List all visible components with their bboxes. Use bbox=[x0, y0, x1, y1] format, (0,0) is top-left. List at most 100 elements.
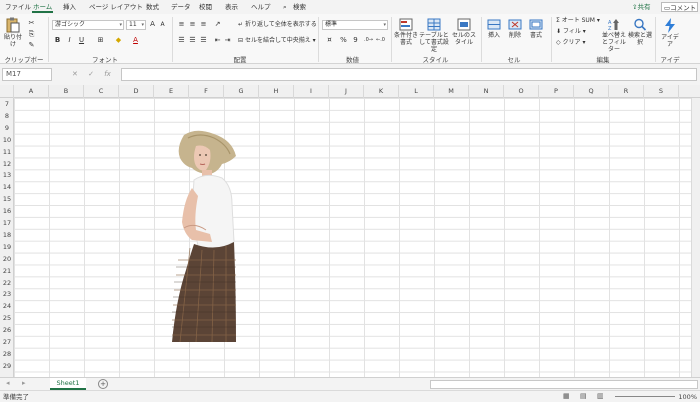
delete-cells-button[interactable]: 削除 bbox=[505, 18, 525, 39]
column-header[interactable]: B bbox=[49, 85, 84, 98]
orientation-icon[interactable]: ↗ bbox=[213, 20, 222, 29]
row-header[interactable]: 27 bbox=[0, 336, 14, 348]
horizontal-scrollbar[interactable] bbox=[430, 380, 698, 389]
align-right-icon[interactable]: ☰ bbox=[199, 36, 208, 45]
row-header[interactable]: 8 bbox=[0, 110, 14, 122]
font-color-icon[interactable]: A bbox=[131, 36, 140, 45]
row-header[interactable]: 7 bbox=[0, 98, 14, 110]
row-header[interactable]: 17 bbox=[0, 217, 14, 229]
normal-view-icon[interactable]: ▦ bbox=[563, 392, 570, 400]
column-header[interactable]: K bbox=[364, 85, 399, 98]
enter-icon[interactable]: ✓ bbox=[88, 70, 94, 78]
comma-button[interactable]: 9 bbox=[351, 36, 360, 45]
tab-home[interactable]: ホーム bbox=[32, 2, 54, 13]
select-all-corner[interactable] bbox=[0, 85, 14, 98]
page-break-view-icon[interactable]: ▥ bbox=[597, 392, 604, 400]
find-select-button[interactable]: 検索と選択 bbox=[628, 18, 652, 46]
woman-photo[interactable] bbox=[170, 130, 238, 342]
column-header[interactable]: Q bbox=[574, 85, 609, 98]
row-header[interactable]: 24 bbox=[0, 300, 14, 312]
sort-filter-button[interactable]: AZ 並べ替えとフィルター bbox=[600, 18, 628, 53]
underline-button[interactable]: U bbox=[77, 36, 86, 45]
paste-button[interactable]: 貼り付け bbox=[2, 17, 24, 48]
column-header[interactable]: G bbox=[224, 85, 259, 98]
column-header[interactable]: C bbox=[84, 85, 119, 98]
format-painter-icon[interactable]: ✎ bbox=[27, 41, 36, 50]
indent-icon[interactable]: ⇤ bbox=[213, 36, 222, 45]
add-sheet-button[interactable]: + bbox=[98, 379, 108, 389]
search-icon[interactable]: ⌕ bbox=[282, 2, 288, 13]
row-header[interactable]: 22 bbox=[0, 277, 14, 289]
bold-button[interactable]: B bbox=[53, 36, 62, 45]
wrap-text-button[interactable]: ↵ 折り返して全体を表示する bbox=[238, 21, 317, 29]
vertical-scrollbar[interactable] bbox=[691, 98, 700, 377]
row-header[interactable]: 26 bbox=[0, 324, 14, 336]
zoom-slider[interactable] bbox=[615, 396, 675, 397]
row-header[interactable]: 12 bbox=[0, 158, 14, 170]
cell-area[interactable] bbox=[14, 98, 700, 377]
row-header[interactable]: 9 bbox=[0, 122, 14, 134]
column-header[interactable]: S bbox=[644, 85, 679, 98]
next-sheet-icon[interactable]: ▸ bbox=[22, 379, 26, 387]
prev-sheet-icon[interactable]: ◂ bbox=[6, 379, 10, 387]
insert-cells-button[interactable]: 挿入 bbox=[484, 18, 504, 39]
row-header[interactable]: 18 bbox=[0, 229, 14, 241]
column-header[interactable]: I bbox=[294, 85, 329, 98]
row-header[interactable]: 10 bbox=[0, 134, 14, 146]
tab-formulas[interactable]: 数式 bbox=[145, 2, 160, 13]
merge-center-button[interactable]: ⊟ セルを結合して中央揃え ▾ bbox=[238, 37, 316, 45]
conditional-format-button[interactable]: 条件付き書式 bbox=[393, 18, 419, 46]
cell-styles-button[interactable]: セルのスタイル bbox=[451, 18, 477, 46]
font-size-select[interactable]: 11 ▾ bbox=[126, 20, 146, 30]
comment-button[interactable]: ▭コメント bbox=[661, 2, 698, 12]
zoom-level[interactable]: 100% bbox=[678, 392, 697, 402]
format-cells-button[interactable]: 書式 bbox=[526, 18, 546, 39]
column-header[interactable]: L bbox=[399, 85, 434, 98]
number-format-select[interactable]: 標準 ▾ bbox=[322, 20, 388, 30]
column-header[interactable]: R bbox=[609, 85, 644, 98]
border-icon[interactable]: ⊞ bbox=[96, 36, 105, 45]
row-header[interactable]: 25 bbox=[0, 312, 14, 324]
row-header[interactable]: 13 bbox=[0, 169, 14, 181]
share-button[interactable]: ⇪共有 bbox=[632, 2, 660, 12]
row-header[interactable]: 23 bbox=[0, 288, 14, 300]
clear-button[interactable]: ◇ クリア ▾ bbox=[556, 39, 585, 47]
italic-button[interactable]: I bbox=[65, 36, 74, 45]
column-header[interactable]: M bbox=[434, 85, 469, 98]
column-header[interactable]: J bbox=[329, 85, 364, 98]
tab-file[interactable]: ファイル bbox=[4, 2, 32, 13]
tab-help[interactable]: ヘルプ bbox=[250, 2, 272, 13]
column-header[interactable]: P bbox=[539, 85, 574, 98]
row-header[interactable]: 16 bbox=[0, 205, 14, 217]
autosum-button[interactable]: Σ オート SUM ▾ bbox=[556, 17, 600, 25]
row-header[interactable]: 15 bbox=[0, 193, 14, 205]
align-middle-icon[interactable]: ≡ bbox=[188, 20, 197, 29]
row-header[interactable]: 29 bbox=[0, 360, 14, 372]
row-header[interactable]: 20 bbox=[0, 253, 14, 265]
outdent-icon[interactable]: ⇥ bbox=[223, 36, 232, 45]
percent-button[interactable]: % bbox=[339, 36, 348, 45]
tab-review[interactable]: 校閲 bbox=[198, 2, 213, 13]
fill-button[interactable]: ⬇ フィル ▾ bbox=[556, 28, 586, 36]
grow-font-icon[interactable]: A bbox=[148, 20, 157, 29]
font-name-select[interactable]: 游ゴシック ▾ bbox=[52, 20, 124, 30]
column-header[interactable]: F bbox=[189, 85, 224, 98]
sheet-tab[interactable]: Sheet1 bbox=[50, 378, 86, 390]
tab-page-layout[interactable]: ページ レイアウト bbox=[88, 2, 144, 13]
align-center-icon[interactable]: ☰ bbox=[188, 36, 197, 45]
align-bottom-icon[interactable]: ≡ bbox=[199, 20, 208, 29]
align-top-icon[interactable]: ≡ bbox=[177, 20, 186, 29]
column-header[interactable]: H bbox=[259, 85, 294, 98]
column-header[interactable]: A bbox=[14, 85, 49, 98]
tab-data[interactable]: データ bbox=[170, 2, 192, 13]
row-header[interactable]: 21 bbox=[0, 265, 14, 277]
fx-button[interactable]: fx bbox=[104, 70, 111, 78]
row-header[interactable]: 28 bbox=[0, 348, 14, 360]
ideas-button[interactable]: アイデア bbox=[659, 18, 681, 48]
row-header[interactable]: 14 bbox=[0, 181, 14, 193]
tab-view[interactable]: 表示 bbox=[224, 2, 239, 13]
page-layout-view-icon[interactable]: ▤ bbox=[580, 392, 587, 400]
currency-icon[interactable]: ¤ bbox=[325, 36, 334, 45]
formula-input[interactable] bbox=[121, 68, 697, 81]
cut-icon[interactable]: ✂ bbox=[27, 19, 36, 28]
